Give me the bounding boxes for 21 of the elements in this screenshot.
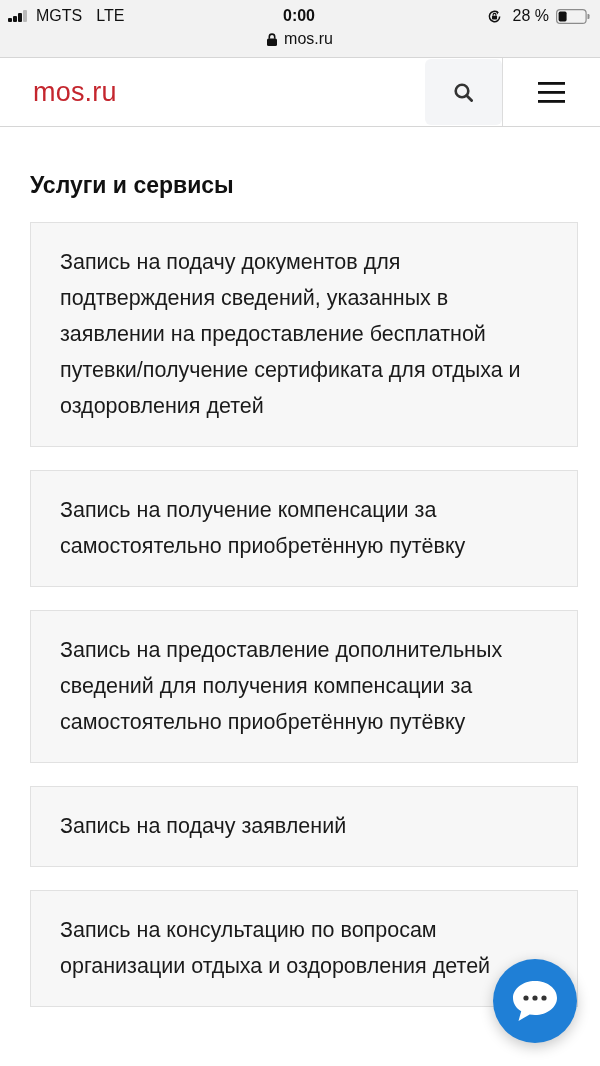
- chat-bubble-icon: [511, 979, 559, 1023]
- service-card[interactable]: Запись на предоставление дополнительных сведений для получения компенсации за самостоятельно приобретённую путёвку: [30, 610, 578, 763]
- service-card[interactable]: Запись на консультацию по вопросам организации отдыха и оздоровления детей: [30, 890, 578, 1007]
- menu-icon: [538, 81, 565, 103]
- signal-icon: [8, 10, 28, 22]
- network-type: LTE: [96, 7, 125, 25]
- service-card[interactable]: Запись на подачу документов для подтверждения сведений, указанных в заявлении на предоставление бесплатной путевки/получение сертификата для отдыха и оздоровления детей: [30, 222, 578, 447]
- battery-icon: [556, 8, 590, 24]
- padlock-icon: [267, 32, 278, 46]
- clock-time: 0:00: [283, 7, 315, 25]
- address-url[interactable]: mos.ru: [284, 30, 333, 48]
- battery-percent: 28 %: [512, 7, 549, 25]
- carrier-name: MGTS: [36, 7, 83, 25]
- section-title: Услуги и сервисы: [30, 172, 235, 198]
- site-logo[interactable]: mos.ru: [33, 76, 117, 108]
- search-icon: [454, 82, 473, 102]
- service-card[interactable]: Запись на получение компенсации за самостоятельно приобретённую путёвку: [30, 470, 578, 587]
- chat-button[interactable]: [493, 959, 577, 1043]
- search-button[interactable]: [425, 59, 502, 125]
- service-card[interactable]: Запись на подачу заявлений: [30, 786, 578, 867]
- rotation-lock-icon: [486, 8, 502, 24]
